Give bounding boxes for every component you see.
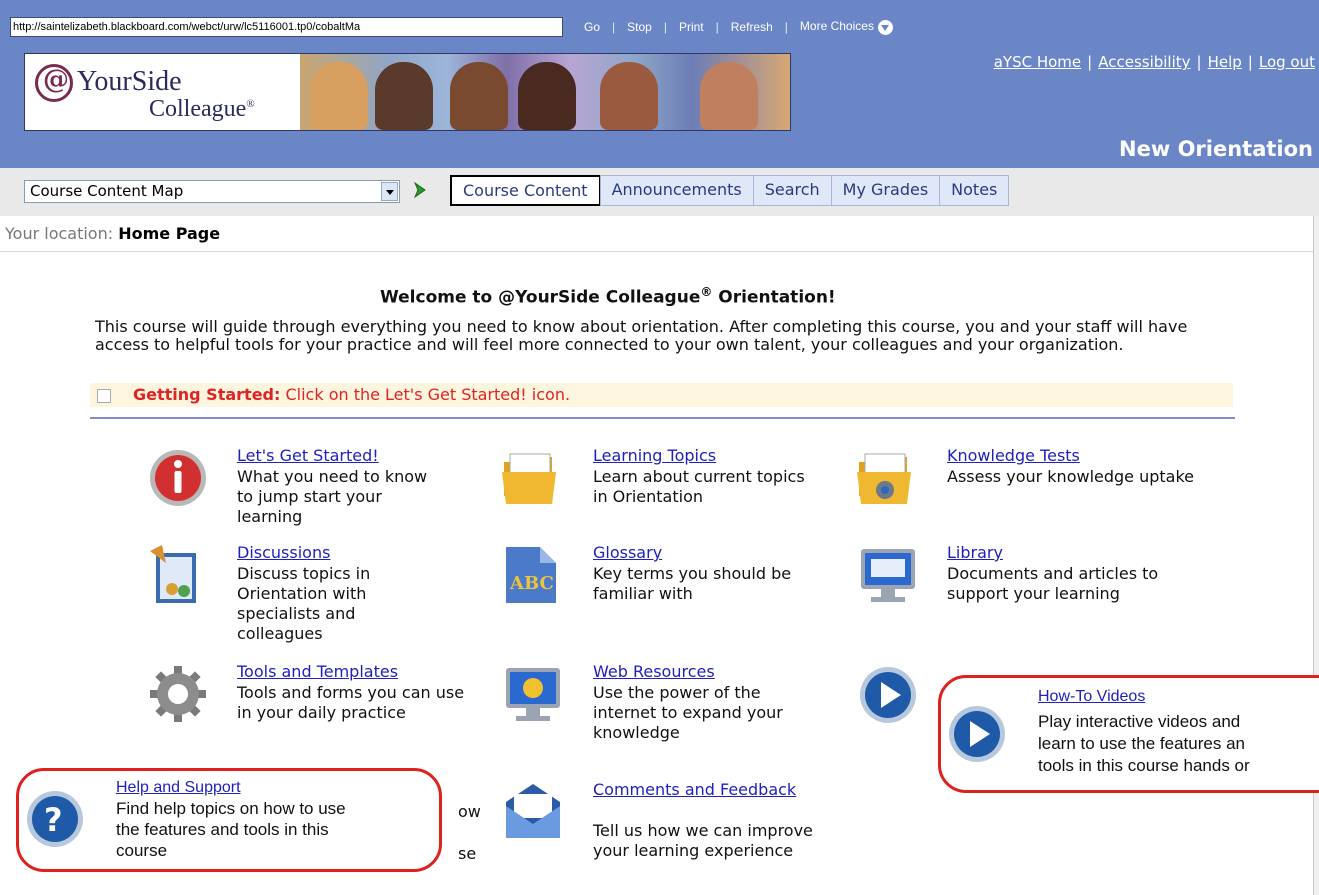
- accessibility-link[interactable]: Accessibility: [1098, 53, 1190, 71]
- item-description: Tell us how we can improve your learning…: [593, 821, 813, 860]
- tab-course-content[interactable]: Course Content: [450, 175, 601, 206]
- folder-icon[interactable]: [500, 448, 560, 508]
- envelope-icon[interactable]: [500, 782, 566, 844]
- tab-my-grades[interactable]: My Grades: [830, 175, 941, 206]
- svg-text:?: ?: [44, 801, 63, 839]
- separator: |: [1247, 53, 1253, 71]
- info-icon[interactable]: [148, 448, 208, 508]
- help-and-support-link[interactable]: Help and Support: [116, 779, 241, 797]
- divider: [90, 417, 1235, 419]
- knowledge-tests-link[interactable]: Knowledge Tests: [947, 446, 1080, 465]
- course-map-select-value: Course Content Map: [30, 182, 184, 200]
- glossary-abc-icon[interactable]: ABC: [500, 545, 562, 607]
- item-description: What you need to know to jump start your…: [237, 467, 428, 526]
- more-choices-button[interactable]: More Choices: [788, 19, 905, 35]
- browser-nav: Go | Stop | Print | Refresh | More Choices: [572, 17, 905, 37]
- lets-get-started-link[interactable]: Let's Get Started!: [237, 446, 379, 465]
- tab-announcements[interactable]: Announcements: [599, 175, 754, 206]
- item-description: Learn about current topics in Orientatio…: [593, 467, 805, 506]
- glossary-link[interactable]: Glossary: [593, 543, 662, 562]
- separator: |: [1196, 53, 1202, 71]
- discussions-link[interactable]: Discussions: [237, 543, 330, 562]
- header-links: aYSC Home | Accessibility | Help | Log out: [994, 53, 1315, 71]
- videos-callout-line: Play interactive videos and: [1038, 712, 1241, 731]
- go-arrow-icon[interactable]: [413, 182, 427, 198]
- location-value: Home Page: [118, 224, 221, 243]
- item-description: Documents and articles to support your l…: [947, 564, 1159, 603]
- breadcrumb: Your location: Home Page: [5, 224, 220, 243]
- item-description: Use the power of the internet to expand …: [593, 683, 783, 742]
- obscured-text: se: [458, 844, 477, 863]
- help-callout-line: course: [116, 841, 168, 860]
- web-monitor-icon[interactable]: [500, 664, 566, 726]
- item-description: Discuss topics in Orientation with speci…: [237, 564, 371, 643]
- ysc-home-link[interactable]: aYSC Home: [994, 53, 1081, 71]
- learning-topics-link[interactable]: Learning Topics: [593, 446, 716, 465]
- tab-notes[interactable]: Notes: [939, 175, 1010, 206]
- item-description: Tools and forms you can use in your dail…: [237, 683, 465, 722]
- gear-icon[interactable]: [148, 664, 208, 724]
- course-map-select[interactable]: Course Content Map: [24, 180, 400, 203]
- scrollbar[interactable]: [1313, 216, 1319, 895]
- logo-text-line1: YourSide: [77, 66, 182, 97]
- how-to-videos-link[interactable]: How-To Videos: [1038, 688, 1145, 706]
- getting-started-text: Getting Started: Click on the Let's Get …: [133, 385, 571, 404]
- intro-text: This course will guide through everythin…: [95, 317, 1188, 354]
- logo-text-line2: Colleague®: [149, 96, 255, 122]
- page-title: Welcome to @YourSide Colleague® Orientat…: [380, 285, 836, 308]
- play-icon[interactable]: [947, 704, 1007, 764]
- separator: |: [1087, 53, 1093, 71]
- course-title: New Orientation: [1119, 137, 1313, 161]
- more-choices-label: More Choices: [799, 19, 874, 34]
- item-description: Assess your knowledge uptake: [947, 467, 1195, 486]
- course-tabs: Course Content Announcements Search My G…: [450, 175, 1010, 206]
- how-to-videos-callout: How-To Videos Play interactive videos an…: [938, 675, 1319, 793]
- at-symbol-icon: [35, 64, 73, 102]
- bullet-icon: [97, 389, 111, 403]
- help-callout-line: Find help topics on how to use: [116, 799, 346, 818]
- tools-and-templates-link[interactable]: Tools and Templates: [237, 662, 398, 681]
- help-link[interactable]: Help: [1208, 53, 1242, 71]
- svg-text:ABC: ABC: [509, 573, 554, 594]
- help-callout-line: the features and tools in this: [116, 820, 329, 839]
- chevron-down-icon: [877, 19, 893, 35]
- library-monitor-icon[interactable]: [855, 545, 921, 607]
- go-button[interactable]: Go: [572, 20, 612, 34]
- log-out-link[interactable]: Log out: [1259, 53, 1315, 71]
- obscured-text: ow: [458, 802, 481, 821]
- help-support-callout: ? Help and Support Find help topics on h…: [16, 768, 442, 872]
- web-resources-link[interactable]: Web Resources: [593, 662, 715, 681]
- tab-search[interactable]: Search: [752, 175, 832, 206]
- library-link[interactable]: Library: [947, 543, 1003, 562]
- stop-button[interactable]: Stop: [615, 20, 664, 34]
- item-description: Key terms you should be familiar with: [593, 564, 792, 603]
- url-field[interactable]: http://saintelizabeth.blackboard.com/web…: [10, 17, 563, 37]
- play-icon[interactable]: [858, 665, 918, 725]
- comments-feedback-link[interactable]: Comments and Feedback: [593, 780, 796, 799]
- chevron-down-icon[interactable]: [381, 182, 398, 201]
- videos-callout-line: tools in this course hands or: [1038, 756, 1250, 775]
- test-folder-icon[interactable]: [855, 448, 915, 508]
- videos-callout-line: learn to use the features an: [1038, 734, 1245, 753]
- getting-started-banner: Getting Started: Click on the Let's Get …: [90, 383, 1233, 407]
- refresh-button[interactable]: Refresh: [719, 20, 785, 34]
- location-label: Your location:: [5, 224, 114, 243]
- help-question-icon[interactable]: ?: [25, 789, 85, 849]
- discussion-icon[interactable]: [148, 545, 208, 607]
- print-button[interactable]: Print: [667, 20, 716, 34]
- banner-people-image: [300, 54, 790, 130]
- logo: YourSide Colleague®: [24, 53, 791, 131]
